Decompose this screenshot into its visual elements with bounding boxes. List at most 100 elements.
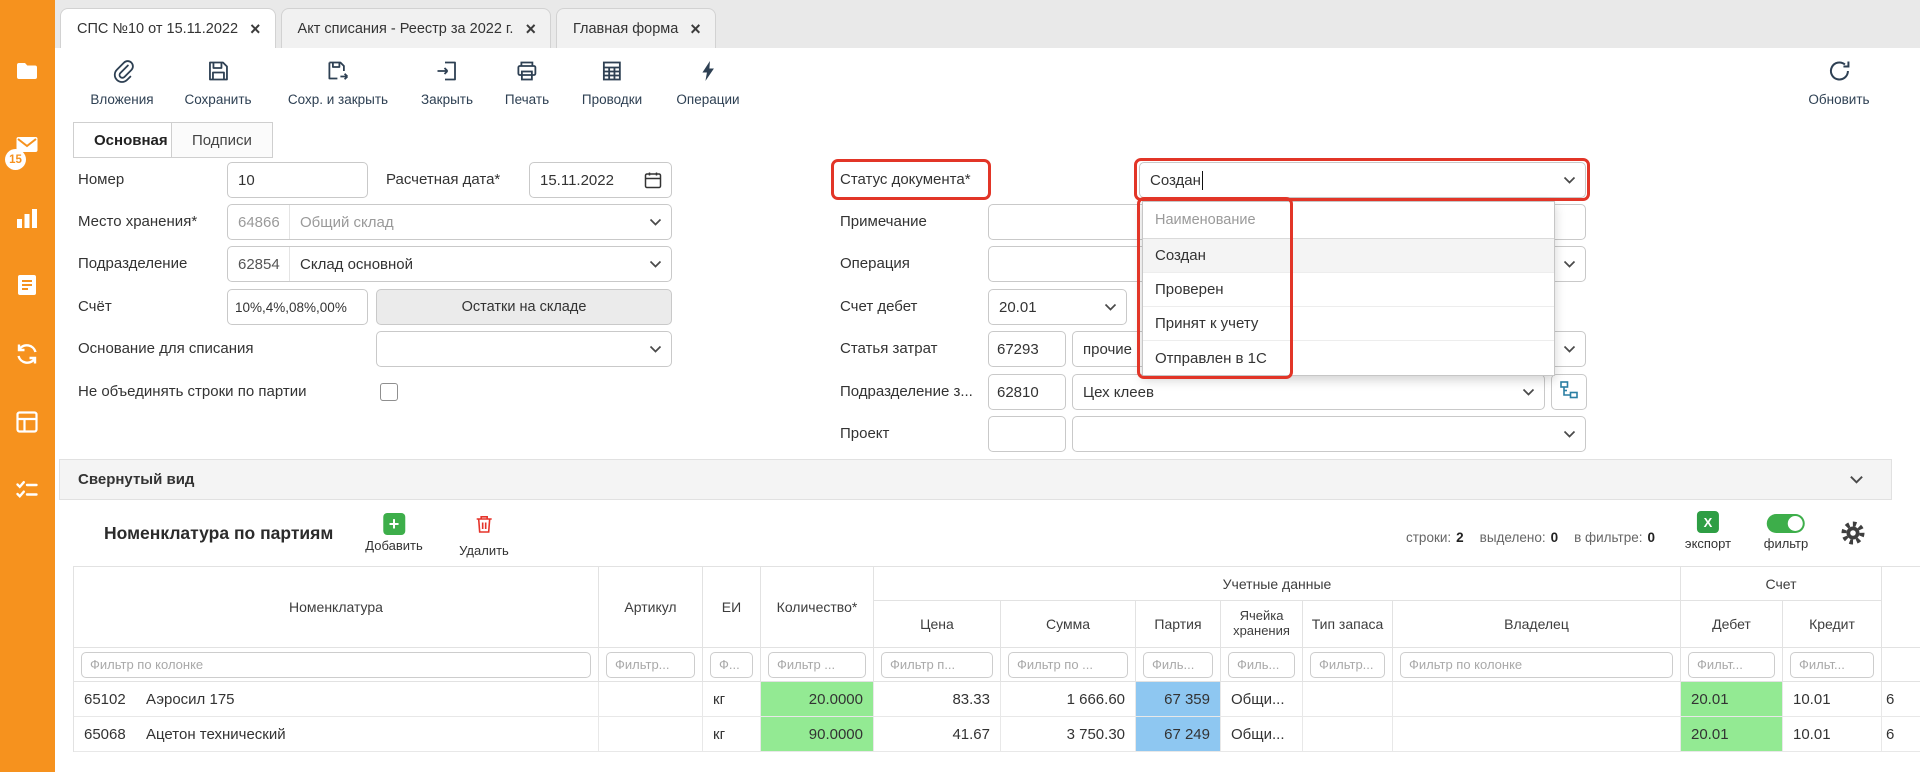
save-close-button[interactable]: Сохр. и закрыть (288, 58, 388, 107)
filter-input-cell[interactable] (1228, 652, 1295, 678)
project-code-input[interactable] (988, 416, 1066, 452)
cell-overflow[interactable]: 6 (1882, 717, 1920, 752)
attachments-button[interactable]: Вложения (90, 58, 153, 107)
tab-signatures[interactable]: Подписи (171, 122, 273, 158)
col-header-batch[interactable]: Партия (1136, 601, 1221, 648)
add-row-button[interactable]: + Добавить (365, 513, 422, 553)
status-option-created[interactable]: Создан (1143, 239, 1554, 273)
filter-input-owner[interactable] (1400, 652, 1673, 678)
sync-icon[interactable] (13, 340, 41, 368)
col-header-price[interactable]: Цена (874, 601, 1001, 648)
storage-select[interactable]: 64866 Общий склад (227, 204, 672, 240)
cell-credit[interactable]: 10.01 (1783, 682, 1882, 717)
col-header-stock-type[interactable]: Тип запаса (1303, 601, 1393, 648)
cell-storage-cell[interactable]: Общи... (1221, 717, 1303, 752)
col-header-debit[interactable]: Дебет (1681, 601, 1783, 648)
status-option-checked[interactable]: Проверен (1143, 273, 1554, 307)
status-option-sent-1c[interactable]: Отправлен в 1С (1143, 341, 1554, 375)
cell-unit[interactable]: кг (703, 682, 761, 717)
chevron-down-icon[interactable] (1849, 475, 1873, 484)
filter-input-unit[interactable] (710, 652, 753, 678)
cell-debit[interactable]: 20.01 (1681, 717, 1783, 752)
tab-sps-document[interactable]: СПС №10 от 15.11.2022 × (60, 8, 276, 48)
col-header-credit[interactable]: Кредит (1783, 601, 1882, 648)
cell-unit[interactable]: кг (703, 717, 761, 752)
report-icon[interactable] (13, 271, 41, 299)
cell-article[interactable] (599, 682, 703, 717)
status-option-accepted[interactable]: Принят к учету (1143, 307, 1554, 341)
cell-qty[interactable]: 20.0000 (761, 682, 874, 717)
filter-input-credit[interactable] (1790, 652, 1874, 678)
filter-input-qty[interactable] (768, 652, 866, 678)
account-input[interactable]: 10%,4%,08%,00% (227, 289, 368, 325)
cell-price[interactable]: 41.67 (874, 717, 1001, 752)
cell-overflow[interactable]: 6 (1882, 682, 1920, 717)
close-document-button[interactable]: Закрыть (421, 58, 473, 107)
grid-settings-button[interactable] (1840, 520, 1866, 551)
cell-debit[interactable]: 20.01 (1681, 682, 1783, 717)
filter-input-nomenclature[interactable] (81, 652, 591, 678)
cell-stock-type[interactable] (1303, 717, 1393, 752)
operations-button[interactable]: Операции (676, 58, 739, 107)
cell-batch[interactable]: 67 359 (1136, 682, 1221, 717)
filter-input-debit[interactable] (1688, 652, 1775, 678)
print-button[interactable]: Печать (505, 58, 549, 107)
col-header-cell[interactable]: Ячейка хранения (1221, 601, 1303, 648)
col-header-qty[interactable]: Количество* (761, 567, 874, 648)
cell-credit[interactable]: 10.01 (1783, 717, 1882, 752)
number-input[interactable]: 10 (227, 162, 368, 198)
cell-owner[interactable] (1393, 682, 1681, 717)
col-header-article[interactable]: Артикул (599, 567, 703, 648)
cell-owner[interactable] (1393, 717, 1681, 752)
filter-input-batch[interactable] (1143, 652, 1213, 678)
cell-nomenclature[interactable]: 65102Аэросил 175 (74, 682, 599, 717)
writeoff-reason-select[interactable] (376, 331, 672, 367)
tab-close-icon[interactable]: × (690, 20, 701, 38)
refresh-button[interactable]: Обновить (1808, 58, 1869, 107)
no-merge-checkbox[interactable] (380, 383, 398, 401)
cost-department-code-input[interactable]: 62810 (988, 374, 1066, 410)
cell-article[interactable] (599, 717, 703, 752)
tab-writeoff-register[interactable]: Акт списания - Реестр за 2022 г. × (281, 8, 551, 48)
cost-department-select[interactable]: Цех клеев (1072, 374, 1545, 410)
stock-remainders-button[interactable]: Остатки на складе (376, 289, 672, 325)
tab-close-icon[interactable]: × (525, 20, 536, 38)
collapsed-view-bar[interactable]: Свернутый вид (59, 459, 1892, 500)
filter-input-price[interactable] (881, 652, 993, 678)
cell-qty[interactable]: 90.0000 (761, 717, 874, 752)
delete-row-button[interactable]: Удалить (459, 513, 509, 558)
cell-sum[interactable]: 3 750.30 (1001, 717, 1136, 752)
project-select[interactable] (1072, 416, 1586, 452)
save-button[interactable]: Сохранить (184, 58, 251, 107)
filter-input-stock-type[interactable] (1310, 652, 1385, 678)
toggle-on-icon[interactable] (1767, 514, 1805, 533)
filter-toggle[interactable]: фильтр (1764, 514, 1808, 551)
status-combobox[interactable]: Создан (1139, 162, 1586, 198)
calc-date-input[interactable]: 15.11.2022 (529, 162, 672, 198)
export-excel-button[interactable]: X экспорт (1685, 511, 1731, 551)
cell-stock-type[interactable] (1303, 682, 1393, 717)
col-header-nomenclature[interactable]: Номенклатура (74, 567, 599, 648)
tab-main-form[interactable]: Главная форма × (556, 8, 716, 48)
folder-icon[interactable] (13, 57, 41, 85)
cell-storage-cell[interactable]: Общи... (1221, 682, 1303, 717)
col-header-unit[interactable]: ЕИ (703, 567, 761, 648)
postings-button[interactable]: Проводки (582, 58, 642, 107)
department-select[interactable]: 62854 Склад основной (227, 246, 672, 282)
calendar-icon[interactable] (643, 170, 671, 190)
debit-account-select[interactable]: 20.01 (988, 289, 1127, 325)
hierarchy-picker-button[interactable] (1551, 374, 1587, 410)
col-header-owner[interactable]: Владелец (1393, 601, 1681, 648)
cell-sum[interactable]: 1 666.60 (1001, 682, 1136, 717)
tasks-icon[interactable] (13, 476, 41, 504)
filter-input-sum[interactable] (1008, 652, 1128, 678)
chart-icon[interactable] (13, 204, 41, 232)
cost-item-code-input[interactable]: 67293 (988, 331, 1066, 367)
cell-batch[interactable]: 67 249 (1136, 717, 1221, 752)
modules-icon[interactable] (13, 408, 41, 436)
cell-price[interactable]: 83.33 (874, 682, 1001, 717)
col-header-sum[interactable]: Сумма (1001, 601, 1136, 648)
tab-close-icon[interactable]: × (250, 20, 261, 38)
filter-input-article[interactable] (606, 652, 695, 678)
cell-nomenclature[interactable]: 65068Ацетон технический (74, 717, 599, 752)
